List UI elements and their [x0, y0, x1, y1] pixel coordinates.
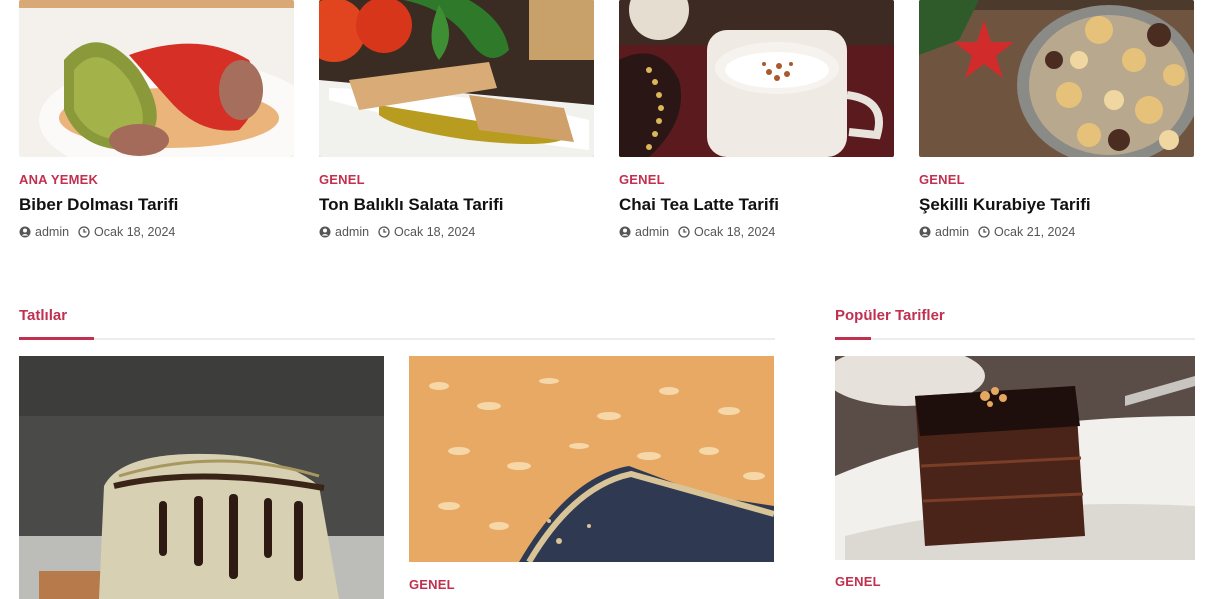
post-title[interactable]: Şekilli Kurabiye Tarifi	[919, 195, 1091, 215]
post-category[interactable]: ANA YEMEK	[19, 172, 98, 187]
user-circle-icon	[319, 226, 331, 238]
post-thumbnail-link[interactable]	[319, 0, 594, 157]
section-heading-popular[interactable]: Popüler Tarifler	[835, 307, 945, 324]
section-divider	[835, 338, 1195, 340]
post-date[interactable]: Ocak 18, 2024	[394, 225, 475, 239]
post-card: ANA YEMEK Biber Dolması Tarifi admin Oca…	[19, 0, 294, 239]
post-category[interactable]: GENEL	[409, 577, 455, 592]
post-thumbnail-link[interactable]	[19, 0, 294, 157]
post-date[interactable]: Ocak 21, 2024	[994, 225, 1075, 239]
post-author[interactable]: admin	[35, 225, 69, 239]
post-category[interactable]: GENEL	[619, 172, 665, 187]
post-author[interactable]: admin	[335, 225, 369, 239]
post-category[interactable]: GENEL	[835, 574, 881, 589]
user-circle-icon	[619, 226, 631, 238]
chocolate-cake-image[interactable]	[835, 356, 1195, 560]
chocolate-dessert-image[interactable]	[19, 356, 384, 599]
section-divider-accent	[835, 337, 871, 340]
post-meta: admin Ocak 18, 2024	[619, 225, 775, 239]
user-circle-icon	[919, 226, 931, 238]
post-meta: admin Ocak 21, 2024	[919, 225, 1075, 239]
coconut-cake-image[interactable]	[409, 356, 774, 562]
shaped-cookies-image[interactable]	[919, 0, 1194, 157]
clock-icon	[78, 226, 90, 238]
post-meta: admin Ocak 18, 2024	[319, 225, 475, 239]
post-thumbnail-link[interactable]	[919, 0, 1194, 157]
post-category[interactable]: GENEL	[319, 172, 365, 187]
post-meta: admin Ocak 18, 2024	[19, 225, 175, 239]
stuffed-peppers-image[interactable]	[19, 0, 294, 157]
post-author[interactable]: admin	[635, 225, 669, 239]
section-divider	[19, 338, 775, 340]
post-card: GENEL Chai Tea Latte Tarifi admin Ocak 1…	[619, 0, 894, 239]
post-card: GENEL Şekilli Kurabiye Tarifi admin Ocak…	[919, 0, 1194, 239]
post-card: GENEL Ton Balıklı Salata Tarifi admin Oc…	[319, 0, 594, 239]
post-date[interactable]: Ocak 18, 2024	[94, 225, 175, 239]
post-author[interactable]: admin	[935, 225, 969, 239]
post-thumbnail-link[interactable]	[619, 0, 894, 157]
chai-latte-image[interactable]	[619, 0, 894, 157]
section-heading-desserts[interactable]: Tatlılar	[19, 307, 67, 324]
post-title[interactable]: Chai Tea Latte Tarifi	[619, 195, 779, 215]
post-date[interactable]: Ocak 18, 2024	[694, 225, 775, 239]
clock-icon	[978, 226, 990, 238]
post-title[interactable]: Biber Dolması Tarifi	[19, 195, 178, 215]
post-category[interactable]: GENEL	[919, 172, 965, 187]
clock-icon	[678, 226, 690, 238]
section-divider-accent	[19, 337, 94, 340]
clock-icon	[378, 226, 390, 238]
post-title[interactable]: Ton Balıklı Salata Tarifi	[319, 195, 504, 215]
tuna-salad-image[interactable]	[319, 0, 594, 157]
user-circle-icon	[19, 226, 31, 238]
